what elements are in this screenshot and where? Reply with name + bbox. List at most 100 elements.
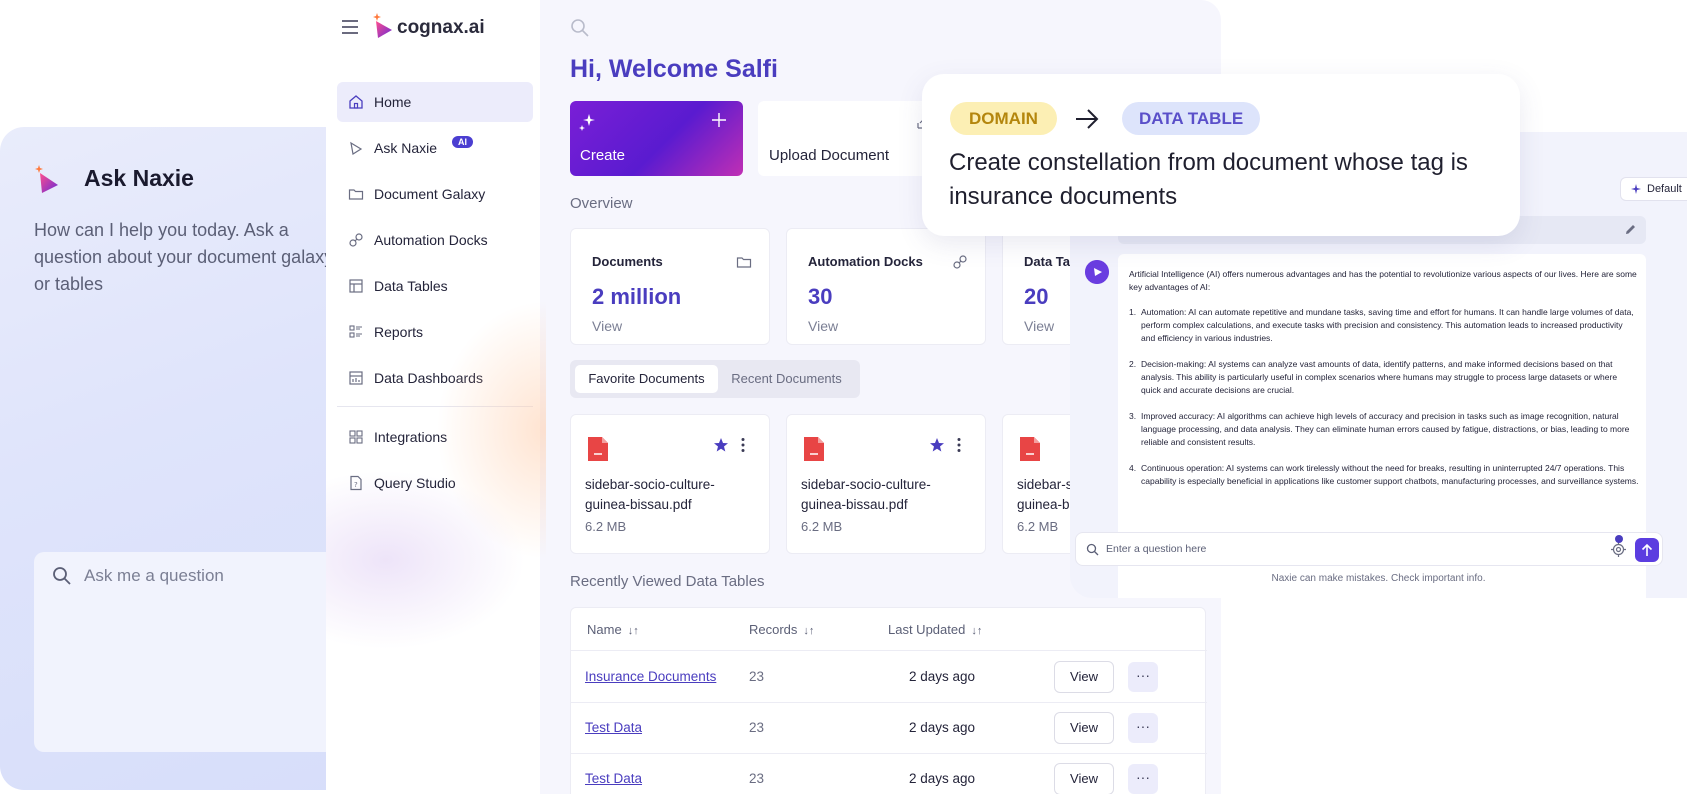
sidebar-item-ask-naxie[interactable]: Ask Naxie AI bbox=[337, 128, 533, 168]
upload-document-button[interactable]: Upload Document bbox=[758, 101, 928, 176]
answer-point-number: 2. bbox=[1129, 359, 1137, 369]
sort-icon: ↓↑ bbox=[971, 625, 983, 637]
sidebar-item-label: Ask Naxie bbox=[374, 140, 438, 156]
view-button[interactable]: View bbox=[1054, 712, 1114, 744]
sparkle-icon bbox=[1631, 184, 1641, 194]
ask-question-input[interactable]: Ask me a question bbox=[34, 552, 360, 752]
data-table-chip: DATA TABLE bbox=[1122, 102, 1261, 135]
search-icon[interactable] bbox=[570, 18, 590, 38]
recent-data-tables-heading: Recently Viewed Data Tables bbox=[570, 573, 765, 590]
ask-naxie-panel: Ask Naxie How can I help you today. Ask … bbox=[0, 127, 360, 790]
sidebar-item-reports[interactable]: Reports bbox=[337, 312, 533, 352]
pdf-file-icon bbox=[1020, 437, 1040, 461]
sidebar-item-data-dashboards[interactable]: Data Dashboards bbox=[337, 358, 533, 398]
disclaimer-text: Naxie can make mistakes. Check important… bbox=[1271, 573, 1486, 584]
stat-card-documents[interactable]: Documents 2 million View bbox=[570, 228, 770, 345]
stat-card-automation-docks[interactable]: Automation Docks 30 View bbox=[786, 228, 986, 345]
tab-recent-documents[interactable]: Recent Documents bbox=[718, 365, 855, 393]
column-header-label: Name bbox=[587, 622, 622, 637]
row-divider bbox=[571, 650, 1207, 651]
table-row-updated: 2 days ago bbox=[909, 669, 976, 684]
prompt-text: Create constellation from document whose… bbox=[949, 149, 1468, 210]
send-button[interactable] bbox=[1635, 538, 1659, 562]
brand-logo-icon bbox=[373, 13, 392, 38]
stat-value: 30 bbox=[808, 284, 833, 309]
answer-point: 2. Decision-making: AI systems can analyz… bbox=[1129, 358, 1639, 397]
more-vertical-icon[interactable] bbox=[738, 437, 748, 453]
ask-naxie-title: Ask Naxie bbox=[84, 165, 194, 191]
page-title: Hi, Welcome Salfi bbox=[570, 55, 778, 83]
stat-value: 2 million bbox=[592, 284, 682, 309]
svg-text:?: ? bbox=[354, 481, 358, 489]
more-vertical-icon[interactable] bbox=[954, 437, 964, 453]
document-size: 6.2 MB bbox=[1017, 519, 1059, 534]
more-options-button[interactable]: ··· bbox=[1128, 764, 1158, 794]
domain-chip: DOMAIN bbox=[950, 102, 1057, 135]
stat-view-link[interactable]: View bbox=[808, 318, 838, 334]
sidebar-item-integrations[interactable]: Integrations bbox=[337, 417, 533, 457]
sidebar-item-document-galaxy[interactable]: Document Galaxy bbox=[337, 174, 533, 214]
model-select-button[interactable]: Default bbox=[1620, 177, 1687, 201]
sidebar-item-automation-docks[interactable]: Automation Docks bbox=[337, 220, 533, 260]
create-button[interactable]: Create bbox=[570, 101, 743, 176]
plus-icon bbox=[712, 113, 726, 127]
chat-question-input[interactable]: Enter a question here bbox=[1075, 532, 1663, 566]
document-size: 6.2 MB bbox=[585, 519, 627, 534]
query-icon: ? bbox=[350, 475, 362, 491]
answer-point-number: 4. bbox=[1129, 463, 1137, 473]
sidebar-item-query-studio[interactable]: ? Query Studio bbox=[337, 463, 533, 503]
view-button[interactable]: View bbox=[1054, 661, 1114, 693]
answer-point: 4. Continuous operation: AI systems can w… bbox=[1129, 462, 1639, 488]
arrow-right-icon bbox=[1076, 109, 1099, 129]
arrow-up-icon bbox=[1641, 543, 1653, 556]
folder-icon bbox=[348, 189, 364, 200]
table-row-name-link[interactable]: Insurance Documents bbox=[585, 669, 716, 684]
gear-icon[interactable] bbox=[1610, 541, 1627, 558]
stat-value: 20 bbox=[1024, 284, 1049, 309]
edit-icon[interactable] bbox=[1624, 223, 1637, 236]
more-options-button[interactable]: ··· bbox=[1128, 713, 1158, 743]
row-divider bbox=[571, 702, 1207, 703]
tab-favorite-documents[interactable]: Favorite Documents bbox=[575, 365, 718, 393]
column-header-name[interactable]: Name ↓↑ bbox=[587, 622, 639, 637]
sidebar-item-label: Home bbox=[374, 94, 412, 110]
table-row-records: 23 bbox=[749, 720, 765, 735]
document-card[interactable]: sidebar-socio-culture-guinea-bissau.pdf … bbox=[786, 414, 986, 554]
column-header-last-updated[interactable]: Last Updated ↓↑ bbox=[888, 622, 982, 637]
table-row-updated: 2 days ago bbox=[909, 720, 976, 735]
table-row-name-link[interactable]: Test Data bbox=[585, 720, 642, 735]
search-icon bbox=[1086, 543, 1099, 556]
stat-view-link[interactable]: View bbox=[592, 318, 622, 334]
stat-title: Automation Docks bbox=[808, 254, 923, 269]
hamburger-menu-icon[interactable] bbox=[340, 17, 360, 37]
answer-point: 1. Automation: AI can automate repetitive… bbox=[1129, 306, 1639, 345]
sparkle-icon bbox=[579, 114, 595, 131]
answer-point-number: 1. bbox=[1129, 307, 1137, 317]
sidebar-item-label: Query Studio bbox=[374, 475, 456, 491]
star-icon[interactable] bbox=[713, 437, 729, 453]
pdf-file-icon bbox=[588, 437, 608, 461]
table-row-name-link[interactable]: Test Data bbox=[585, 771, 642, 786]
stat-view-link[interactable]: View bbox=[1024, 318, 1054, 334]
star-icon[interactable] bbox=[929, 437, 945, 453]
upload-label: Upload Document bbox=[769, 147, 890, 164]
sort-icon: ↓↑ bbox=[803, 625, 815, 637]
sidebar-item-label: Automation Docks bbox=[374, 232, 488, 248]
sidebar-item-label: Data Dashboards bbox=[374, 370, 483, 386]
ask-naxie-subtitle: How can I help you today. Ask a question… bbox=[34, 220, 334, 294]
assistant-answer-list: 1. Automation: AI can automate repetitive… bbox=[1129, 306, 1639, 501]
chat-input-placeholder: Enter a question here bbox=[1106, 543, 1207, 555]
report-icon bbox=[349, 325, 362, 338]
sidebar-item-home[interactable]: Home bbox=[337, 82, 533, 122]
column-header-records[interactable]: Records ↓↑ bbox=[749, 622, 814, 637]
column-header-label: Records bbox=[749, 622, 798, 637]
table-icon bbox=[349, 279, 363, 293]
document-card[interactable]: sidebar-socio-culture-guinea-bissau.pdf … bbox=[570, 414, 770, 554]
answer-point-text: Improved accuracy: AI algorithms can ach… bbox=[1141, 411, 1630, 447]
more-options-button[interactable]: ··· bbox=[1128, 662, 1158, 692]
sidebar-item-data-tables[interactable]: Data Tables bbox=[337, 266, 533, 306]
view-button[interactable]: View bbox=[1054, 763, 1114, 794]
naxie-logo-icon bbox=[35, 165, 58, 193]
create-label: Create bbox=[580, 147, 626, 164]
ai-badge: AI bbox=[452, 136, 473, 148]
